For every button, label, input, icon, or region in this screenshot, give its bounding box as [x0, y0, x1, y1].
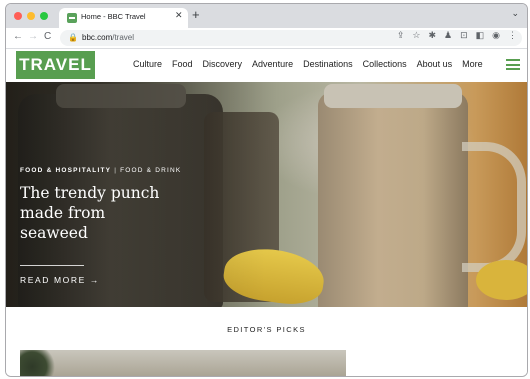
kicker-category[interactable]: FOOD & HOSPITALITY [20, 167, 111, 174]
url-text[interactable]: bbc.com/travel [82, 33, 134, 42]
pick-image-tree [20, 350, 60, 376]
sidepanel-icon[interactable]: ◧ [476, 30, 485, 41]
star-icon[interactable]: ☆ [412, 30, 420, 41]
arrow-right-icon: → [89, 275, 100, 285]
nav-item-collections[interactable]: Collections [363, 59, 407, 69]
tab-search-icon[interactable]: ⌄ [511, 8, 519, 19]
nav-item-about-us[interactable]: About us [417, 59, 453, 69]
minimize-window-button[interactable] [27, 12, 35, 20]
new-tab-button[interactable]: + [192, 7, 200, 22]
hero-banana-right [476, 260, 527, 300]
more-icon[interactable]: ⋮ [508, 30, 517, 41]
tab-close-icon[interactable]: ✕ [175, 10, 183, 21]
hero-divider [20, 265, 84, 266]
profile-icon[interactable]: ◉ [492, 30, 500, 41]
editors-picks-section: EDITOR'S PICKS [6, 307, 527, 376]
site-header: TRAVEL Culture Food Discovery Adventure … [6, 49, 527, 82]
hero-kicker: FOOD & HOSPITALITY | FOOD & DRINK [20, 167, 182, 174]
nav-item-adventure[interactable]: Adventure [252, 59, 293, 69]
tab-title: Home - BBC Travel [81, 12, 146, 21]
maximize-window-button[interactable] [40, 12, 48, 20]
read-more-link[interactable]: READ MORE → [20, 275, 100, 285]
tab-home-bbc-travel[interactable]: Home - BBC Travel ✕ [59, 8, 188, 28]
browser-window: Home - BBC Travel ✕ + ⌄ ← → C 🔒 bbc.com/… [5, 3, 528, 377]
hero-jar-light-rim [324, 84, 462, 108]
forward-button[interactable]: → [28, 31, 38, 42]
kicker-subcategory[interactable]: FOOD & DRINK [120, 167, 181, 174]
hero-jar-light [318, 92, 468, 307]
hero-jar-handle [462, 142, 526, 272]
nav-item-discovery[interactable]: Discovery [203, 59, 243, 69]
nav-item-destinations[interactable]: Destinations [303, 59, 353, 69]
lock-icon[interactable]: 🔒 [68, 33, 78, 42]
back-button[interactable]: ← [13, 31, 23, 42]
tab-strip: Home - BBC Travel ✕ + ⌄ [6, 4, 527, 28]
editors-pick-image[interactable] [20, 350, 346, 376]
hamburger-menu-icon[interactable] [506, 59, 520, 70]
bbc-favicon-icon [67, 13, 77, 23]
reload-button[interactable]: C [44, 31, 51, 42]
nav-item-more[interactable]: More [462, 59, 483, 69]
site-nav: Culture Food Discovery Adventure Destina… [133, 59, 483, 69]
nav-item-food[interactable]: Food [172, 59, 193, 69]
hero-headline[interactable]: The trendy punch made from seaweed [20, 183, 170, 243]
close-window-button[interactable] [14, 12, 22, 20]
hero-banner[interactable]: FOOD & HOSPITALITY | FOOD & DRINK The tren… [6, 82, 527, 307]
toolbar-icons: ⇪ ☆ ✱ ♟ ⊡ ◧ ◉ ⋮ [397, 30, 517, 41]
nav-item-culture[interactable]: Culture [133, 59, 162, 69]
browser-toolbar: ← → C 🔒 bbc.com/travel ⇪ ☆ ✱ ♟ ⊡ ◧ ◉ ⋮ [6, 28, 527, 49]
lab-icon[interactable]: ♟ [444, 30, 452, 41]
share-icon[interactable]: ⇪ [397, 30, 405, 41]
editors-picks-title: EDITOR'S PICKS [227, 325, 306, 334]
travel-logo[interactable]: TRAVEL [16, 51, 95, 79]
extensions-icon[interactable]: ✱ [428, 30, 436, 41]
cast-icon[interactable]: ⊡ [460, 30, 468, 41]
